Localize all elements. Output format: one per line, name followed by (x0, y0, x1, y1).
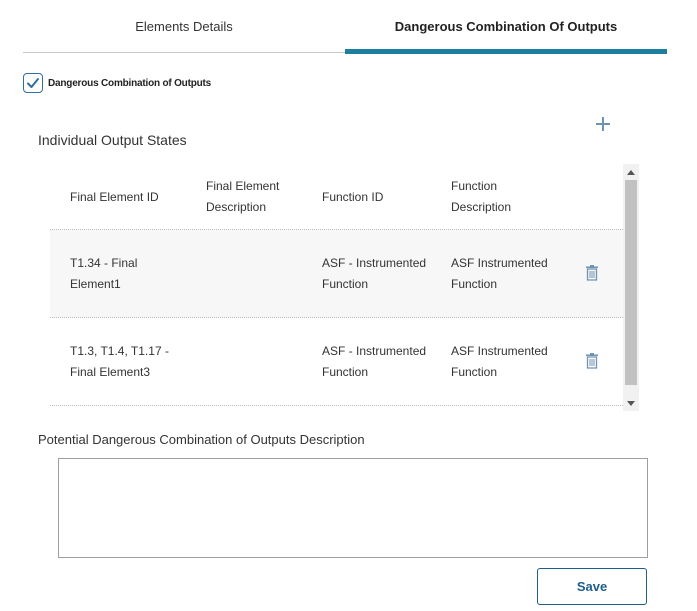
dangerous-combination-checkbox[interactable] (23, 73, 43, 93)
tab-bar: Elements Details Dangerous Combination O… (23, 0, 667, 54)
table-row[interactable]: T1.34 - Final Element1 ASF - Instrumente… (50, 230, 623, 318)
tab-dangerous-combination-of-outputs[interactable]: Dangerous Combination Of Outputs (345, 0, 667, 54)
trash-icon[interactable] (585, 265, 599, 281)
checkmark-icon (27, 78, 39, 88)
cell-final-element-description (206, 230, 306, 317)
cell-function-id: ASF - Instrumented Function (322, 343, 427, 379)
header-function-id: Function ID (322, 189, 384, 204)
scrollbar-thumb[interactable] (625, 180, 637, 385)
scroll-down-arrow-icon[interactable] (623, 395, 639, 411)
trash-icon[interactable] (585, 353, 599, 369)
cell-final-element-description (206, 318, 306, 405)
cell-function-description: ASF Instrumented Function (451, 343, 548, 379)
scroll-up-arrow-icon[interactable] (623, 164, 639, 180)
dangerous-combination-checkbox-row: Dangerous Combination of Outputs (23, 73, 211, 93)
header-final-element-id: Final Element ID (70, 189, 159, 204)
section-title: Individual Output States (38, 132, 187, 148)
cell-function-id: ASF - Instrumented Function (322, 255, 427, 291)
header-function-description: Function Description (451, 179, 512, 214)
table-row[interactable]: T1.3, T1.4, T1.17 - Final Element3 ASF -… (50, 318, 623, 406)
table-scrollbar[interactable] (623, 164, 639, 411)
header-final-element-description: Final Element Description (206, 179, 280, 214)
cell-function-description: ASF Instrumented Function (451, 255, 548, 291)
checkbox-label: Dangerous Combination of Outputs (48, 77, 212, 89)
table-header: Final Element ID Final Element Descripti… (50, 164, 623, 230)
description-label: Potential Dangerous Combination of Outpu… (38, 432, 365, 447)
description-textarea[interactable] (58, 458, 648, 558)
plus-icon[interactable] (593, 114, 613, 134)
cell-final-element-id: T1.34 - Final Element1 (70, 255, 138, 291)
output-states-table: Final Element ID Final Element Descripti… (50, 164, 623, 411)
tab-elements-details[interactable]: Elements Details (23, 0, 345, 53)
save-button[interactable]: Save (537, 568, 647, 605)
cell-final-element-id: T1.3, T1.4, T1.17 - Final Element3 (70, 343, 169, 379)
